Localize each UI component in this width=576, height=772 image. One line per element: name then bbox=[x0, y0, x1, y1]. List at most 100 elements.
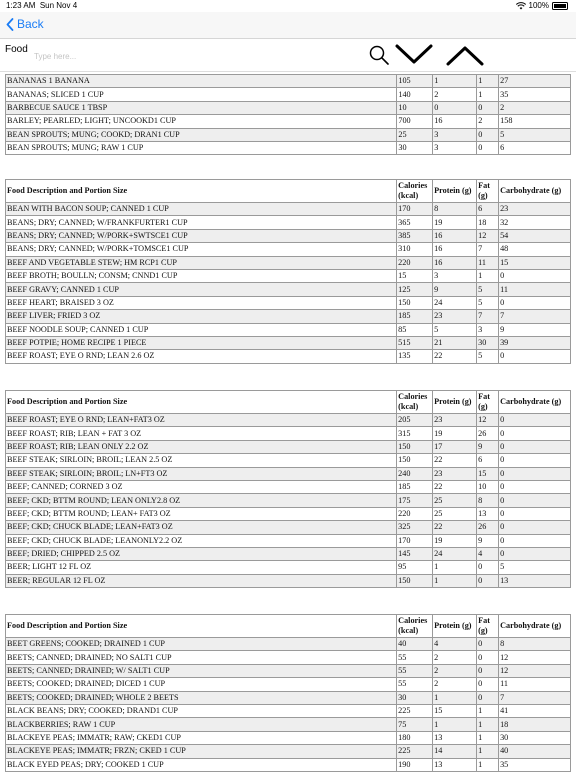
cell-description: BEANS; DRY; CANNED; W/FRANKFURTER1 CUP bbox=[4, 215, 398, 230]
table-row[interactable]: BEEF ROAST; RIB; LEAN + FAT 3 OZ 315 19 26 0 bbox=[4, 426, 571, 441]
cell-description: BANANAS; SLICED 1 CUP bbox=[4, 87, 398, 102]
cell-fat: 26 bbox=[476, 520, 500, 535]
cell-carbohydrate: 54 bbox=[498, 228, 571, 244]
cell-fat: 5 bbox=[476, 349, 500, 364]
table-row[interactable]: BEEF; DRIED; CHIPPED 2.5 OZ 145 24 4 0 bbox=[4, 546, 571, 562]
cell-protein: 3 bbox=[432, 268, 478, 284]
cell-description: BEAN SPROUTS; MUNG; RAW 1 CUP bbox=[4, 140, 398, 156]
cell-carbohydrate: 0 bbox=[498, 426, 571, 441]
cell-calories: 220 bbox=[396, 506, 434, 522]
cell-fat: 2 bbox=[476, 114, 500, 129]
cell-protein: 17 bbox=[432, 439, 478, 455]
cell-protein: 3 bbox=[432, 140, 478, 156]
cell-description: BEETS; COOKED; DRAINED; WHOLE 2 BEETS bbox=[4, 690, 398, 705]
table-row[interactable]: BLACKBERRIES; RAW 1 CUP 75 1 1 18 bbox=[4, 717, 571, 732]
cell-protein: 19 bbox=[432, 215, 478, 230]
table-row[interactable]: BEEF HEART; BRAISED 3 OZ 150 24 5 0 bbox=[4, 295, 571, 311]
table-row[interactable]: BEETS; COOKED; DRAINED; WHOLE 2 BEETS 30 1… bbox=[4, 690, 571, 705]
table-row[interactable]: BEEF POTPIE; HOME RECIPE 1 PIECE 515 21 30 3… bbox=[4, 335, 571, 351]
cell-calories: 85 bbox=[396, 322, 434, 337]
table-row[interactable]: BEEF; CANNED; CORNED 3 OZ 185 22 10 0 bbox=[4, 479, 571, 495]
table-row[interactable]: BEER; REGULAR 12 FL OZ 150 1 0 13 bbox=[4, 573, 571, 589]
cell-protein: 23 bbox=[432, 309, 478, 324]
table-row[interactable]: BEEF; CKD; BTTM ROUND; LEAN ONLY2.8 OZ 17… bbox=[4, 493, 571, 508]
table-row[interactable]: BEEF; CKD; CHUCK BLADE; LEANONLY2.2 OZ 17… bbox=[4, 533, 571, 548]
back-button[interactable]: Back bbox=[6, 17, 44, 31]
table-row[interactable]: BLACK EYED PEAS; DRY; COOKED 1 CUP 190 13 1… bbox=[4, 757, 571, 772]
table-row[interactable]: BEEF NOODLE SOUP; CANNED 1 CUP 85 5 3 9 bbox=[4, 322, 571, 337]
table-row[interactable]: BEANS; DRY; CANNED; W/PORK+TOMSCE1 CUP 31… bbox=[4, 242, 571, 257]
chevron-down-icon[interactable] bbox=[394, 43, 434, 67]
table-row[interactable]: BEEF STEAK; SIRLOIN; BROIL; LEAN 2.5 OZ 1… bbox=[4, 453, 571, 468]
column-header: Food Description and Portion Size bbox=[4, 390, 398, 414]
table-row[interactable]: BEET GREENS; COOKED; DRAINED 1 CUP 40 4 0 8 bbox=[4, 636, 571, 652]
table-row[interactable]: BEETS; COOKED; DRAINED; DICED 1 CUP 55 2 0 1… bbox=[4, 677, 571, 692]
cell-fat: 9 bbox=[476, 439, 500, 455]
table-row[interactable]: BEANS; DRY; CANNED; W/PORK+SWTSCE1 CUP 38… bbox=[4, 228, 571, 244]
table-row[interactable]: BANANAS 1 BANANA 105 1 1 27 bbox=[4, 73, 571, 89]
table-row[interactable]: BEEF BROTH; BOULLN; CONSM; CNND1 CUP 15 3 1… bbox=[4, 268, 571, 284]
column-header: Calories (kcal) bbox=[396, 390, 434, 414]
cell-description: BEEF; CANNED; CORNED 3 OZ bbox=[4, 479, 398, 495]
cell-protein: 24 bbox=[432, 295, 478, 311]
table-row[interactable]: BLACKEYE PEAS; IMMATR; RAW; CKED1 CUP 180… bbox=[4, 730, 571, 746]
search-bar: Food bbox=[0, 39, 576, 72]
cell-carbohydrate: 40 bbox=[498, 744, 571, 759]
search-input[interactable] bbox=[32, 45, 366, 67]
cell-protein: 2 bbox=[432, 663, 478, 679]
cell-fat: 1 bbox=[476, 730, 500, 746]
chevron-up-icon[interactable] bbox=[445, 43, 485, 67]
table-row[interactable]: BEEF; CKD; CHUCK BLADE; LEAN+FAT3 OZ 325 2… bbox=[4, 520, 571, 535]
search-icon[interactable] bbox=[368, 44, 390, 66]
cell-carbohydrate: 13 bbox=[498, 573, 571, 589]
cell-calories: 150 bbox=[396, 439, 434, 455]
cell-description: BEER; LIGHT 12 FL OZ bbox=[4, 560, 398, 575]
cell-carbohydrate: 5 bbox=[498, 127, 571, 142]
table-row[interactable]: BARBECUE SAUCE 1 TBSP 10 0 0 2 bbox=[4, 100, 571, 116]
cell-fat: 0 bbox=[476, 690, 500, 705]
cell-protein: 13 bbox=[432, 757, 478, 772]
cell-calories: 700 bbox=[396, 114, 434, 129]
table-row[interactable]: BEAN SPROUTS; MUNG; RAW 1 CUP 30 3 0 6 bbox=[4, 140, 571, 156]
table-row[interactable]: BEEF ROAST; EYE O RND; LEAN+FAT3 OZ 205 23… bbox=[4, 412, 571, 428]
table-row[interactable]: BEETS; CANNED; DRAINED; NO SALT1 CUP 55 2 0… bbox=[4, 650, 571, 665]
column-header: Calories (kcal) bbox=[396, 614, 434, 638]
table-row[interactable]: BEANS; DRY; CANNED; W/FRANKFURTER1 CUP 36… bbox=[4, 215, 571, 230]
cell-carbohydrate: 18 bbox=[498, 717, 571, 732]
table-row[interactable]: BEEF STEAK; SIRLOIN; BROIL; LN+FT3 OZ 240… bbox=[4, 466, 571, 481]
column-header: Protein (g) bbox=[432, 614, 478, 638]
cell-fat: 1 bbox=[476, 268, 500, 284]
table-row[interactable]: BEER; LIGHT 12 FL OZ 95 1 0 5 bbox=[4, 560, 571, 575]
cell-description: BLACKEYE PEAS; IMMATR; RAW; CKED1 CUP bbox=[4, 730, 398, 746]
table-row[interactable]: BARLEY; PEARLED; LIGHT; UNCOOKD1 CUP 700 1… bbox=[4, 114, 571, 129]
cell-protein: 1 bbox=[432, 573, 478, 589]
cell-fat: 7 bbox=[476, 309, 500, 324]
table-row[interactable]: BLACKEYE PEAS; IMMATR; FRZN; CKED 1 CUP 2… bbox=[4, 744, 571, 759]
cell-fat: 0 bbox=[476, 140, 500, 156]
table-header-row: Food Description and Portion Size Calorie… bbox=[4, 179, 571, 203]
table-row[interactable]: BANANAS; SLICED 1 CUP 140 2 1 35 bbox=[4, 87, 571, 102]
cell-calories: 225 bbox=[396, 703, 434, 719]
table-row[interactable]: BEEF ROAST; RIB; LEAN ONLY 2.2 OZ 150 17 9 0 bbox=[4, 439, 571, 455]
table-row[interactable]: BEEF GRAVY; CANNED 1 CUP 125 9 5 11 bbox=[4, 282, 571, 297]
cell-carbohydrate: 0 bbox=[498, 506, 571, 522]
table-row[interactable]: BEETS; CANNED; DRAINED; W/ SALT1 CUP 55 2 0… bbox=[4, 663, 571, 679]
table-row[interactable]: BEEF ROAST; EYE O RND; LEAN 2.6 OZ 135 22 5… bbox=[4, 349, 571, 364]
column-header: Fat (g) bbox=[476, 179, 500, 203]
table-row[interactable]: BEAN WITH BACON SOUP; CANNED 1 CUP 170 8 6 2… bbox=[4, 201, 571, 217]
cell-description: BLACK BEANS; DRY; COOKED; DRAND1 CUP bbox=[4, 703, 398, 719]
table-row[interactable]: BEEF; CKD; BTTM ROUND; LEAN+ FAT3 OZ 220 2… bbox=[4, 506, 571, 522]
column-header: Calories (kcal) bbox=[396, 179, 434, 203]
chevron-left-icon bbox=[6, 17, 14, 31]
battery-icon bbox=[552, 1, 568, 10]
cell-fat: 11 bbox=[476, 255, 500, 270]
cell-protein: 3 bbox=[432, 127, 478, 142]
table-row[interactable]: BEEF LIVER; FRIED 3 OZ 185 23 7 7 bbox=[4, 309, 571, 324]
cell-protein: 16 bbox=[432, 255, 478, 270]
cell-calories: 220 bbox=[396, 255, 434, 270]
table-row[interactable]: BEAN SPROUTS; MUNG; COOKD; DRAN1 CUP 25 3 0… bbox=[4, 127, 571, 142]
cell-fat: 9 bbox=[476, 533, 500, 548]
cell-protein: 5 bbox=[432, 322, 478, 337]
table-row[interactable]: BLACK BEANS; DRY; COOKED; DRAND1 CUP 225 1… bbox=[4, 703, 571, 719]
table-row[interactable]: BEEF AND VEGETABLE STEW; HM RCP1 CUP 220 1… bbox=[4, 255, 571, 270]
